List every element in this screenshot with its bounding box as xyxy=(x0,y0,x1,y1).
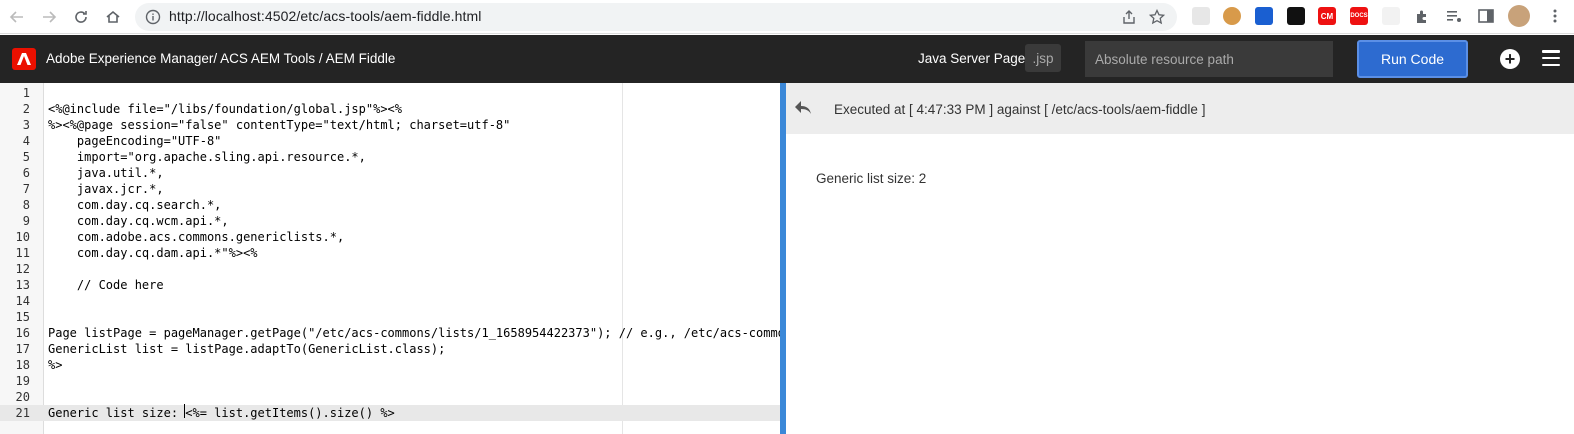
run-code-button[interactable]: Run Code xyxy=(1357,40,1468,78)
browser-menu-icon[interactable] xyxy=(1546,7,1564,25)
browser-toolbar: http://localhost:4502/etc/acs-tools/aem-… xyxy=(0,0,1574,34)
line-number: 2 xyxy=(22,102,30,116)
language-label: Java Server Pages xyxy=(918,51,1033,66)
address-bar[interactable]: http://localhost:4502/etc/acs-tools/aem-… xyxy=(135,3,1177,31)
code-line[interactable]: 8 com.day.cq.search.*, xyxy=(0,197,780,213)
code-text[interactable]: Page listPage = pageManager.getPage("/et… xyxy=(48,325,780,341)
text-cursor xyxy=(184,404,185,418)
execution-info-bar: Executed at [ 4:47:33 PM ] against [ /et… xyxy=(786,83,1574,134)
code-text[interactable]: pageEncoding="UTF-8" xyxy=(48,133,222,149)
adobe-logo-icon[interactable] xyxy=(12,48,36,70)
line-number: 15 xyxy=(15,310,30,324)
code-text[interactable]: %><%@page session="false" contentType="t… xyxy=(48,117,510,133)
extension-1-icon[interactable] xyxy=(1192,7,1210,25)
line-number: 8 xyxy=(22,198,30,212)
line-number: 16 xyxy=(15,326,30,340)
result-output-text: Generic list size: 2 xyxy=(816,171,927,186)
code-line[interactable]: 2 <%@include file="/libs/foundation/globa… xyxy=(0,101,780,117)
code-text[interactable]: %> xyxy=(48,357,62,373)
line-number: 11 xyxy=(15,246,30,260)
bookmark-star-icon[interactable] xyxy=(1149,9,1165,25)
code-line[interactable]: 3 %><%@page session="false" contentType="… xyxy=(0,117,780,133)
code-text[interactable]: com.day.cq.dam.api.*"%><% xyxy=(48,245,258,261)
line-number: 1 xyxy=(22,86,30,100)
code-line[interactable]: 21 Generic list size: <%= list.getItems()… xyxy=(0,405,780,421)
site-info-icon[interactable] xyxy=(145,9,161,25)
code-line[interactable]: 7 javax.jcr.*, xyxy=(0,181,780,197)
back-arrow-icon[interactable] xyxy=(2,2,32,32)
code-text[interactable]: Generic list size: <%= list.getItems().s… xyxy=(48,405,395,421)
side-panel-icon[interactable] xyxy=(1477,7,1495,25)
code-text[interactable]: java.util.*, xyxy=(48,165,164,181)
code-text[interactable]: javax.jcr.*, xyxy=(48,181,164,197)
code-line[interactable]: 9 com.day.cq.wcm.api.*, xyxy=(0,213,780,229)
cm-extension-icon[interactable]: CM xyxy=(1318,7,1336,25)
reply-arrow-icon[interactable] xyxy=(794,100,812,116)
code-line[interactable]: 20 xyxy=(0,389,780,405)
puzzle-extensions-icon[interactable] xyxy=(1413,7,1431,25)
code-line[interactable]: 6 java.util.*, xyxy=(0,165,780,181)
code-text[interactable]: com.adobe.acs.commons.genericlists.*, xyxy=(48,229,344,245)
profile-avatar[interactable] xyxy=(1508,5,1530,27)
line-number: 12 xyxy=(15,262,30,276)
code-editor[interactable]: 1 2 <%@include file="/libs/foundation/glob… xyxy=(0,83,780,434)
code-line[interactable]: 11 com.day.cq.dam.api.*"%><% xyxy=(0,245,780,261)
code-line[interactable]: 14 xyxy=(0,293,780,309)
code-text[interactable]: // Code here xyxy=(48,277,164,293)
code-line[interactable]: 4 pageEncoding="UTF-8" xyxy=(0,133,780,149)
add-icon[interactable]: + xyxy=(1500,49,1520,69)
resource-path-input[interactable] xyxy=(1085,41,1333,77)
blue-extension-icon[interactable] xyxy=(1255,7,1273,25)
executed-at-text: Executed at [ 4:47:33 PM ] against [ /et… xyxy=(834,102,1206,117)
hamburger-menu-icon[interactable] xyxy=(1542,50,1560,66)
line-number: 6 xyxy=(22,166,30,180)
reload-icon[interactable] xyxy=(66,2,96,32)
line-number: 20 xyxy=(15,390,30,404)
cookie-extension-icon[interactable] xyxy=(1223,7,1241,25)
home-icon[interactable] xyxy=(98,2,128,32)
code-line[interactable]: 17 GenericList list = listPage.adaptTo(Ge… xyxy=(0,341,780,357)
line-number: 17 xyxy=(15,342,30,356)
code-text[interactable]: com.day.cq.wcm.api.*, xyxy=(48,213,229,229)
aem-header: Adobe Experience Manager/ ACS AEM Tools … xyxy=(0,35,1574,83)
code-line[interactable]: 1 xyxy=(0,85,780,101)
code-text[interactable]: GenericList list = listPage.adaptTo(Gene… xyxy=(48,341,445,357)
line-number: 5 xyxy=(22,150,30,164)
line-number: 10 xyxy=(15,230,30,244)
code-line[interactable]: 5 import="org.apache.sling.api.resource.… xyxy=(0,149,780,165)
forward-arrow-icon[interactable] xyxy=(34,2,64,32)
code-line[interactable]: 12 xyxy=(0,261,780,277)
file-extension-badge: .jsp xyxy=(1025,44,1061,72)
line-number: 7 xyxy=(22,182,30,196)
line-number: 3 xyxy=(22,118,30,132)
adobe-extension-icon[interactable] xyxy=(1287,7,1305,25)
code-line[interactable]: 19 xyxy=(0,373,780,389)
code-text[interactable]: com.day.cq.search.*, xyxy=(48,197,222,213)
line-number: 4 xyxy=(22,134,30,148)
line-number: 14 xyxy=(15,294,30,308)
output-panel: Executed at [ 4:47:33 PM ] against [ /et… xyxy=(786,83,1574,434)
share-icon[interactable] xyxy=(1121,9,1137,25)
line-number: 13 xyxy=(15,278,30,292)
code-line[interactable]: 10 com.adobe.acs.commons.genericlists.*, xyxy=(0,229,780,245)
url-text[interactable]: http://localhost:4502/etc/acs-tools/aem-… xyxy=(169,8,481,24)
line-number: 18 xyxy=(15,358,30,372)
docs-extension-icon[interactable]: DOCS xyxy=(1350,7,1368,25)
reading-list-icon[interactable] xyxy=(1445,7,1463,25)
code-line[interactable]: 13 // Code here xyxy=(0,277,780,293)
line-number: 21 xyxy=(15,406,30,420)
code-text[interactable]: <%@include file="/libs/foundation/global… xyxy=(48,101,402,117)
code-line[interactable]: 15 xyxy=(0,309,780,325)
line-number: 19 xyxy=(15,374,30,388)
code-line[interactable]: 16 Page listPage = pageManager.getPage("/… xyxy=(0,325,780,341)
breadcrumb[interactable]: Adobe Experience Manager/ ACS AEM Tools … xyxy=(46,51,395,66)
sparkle-extension-icon[interactable] xyxy=(1382,7,1400,25)
line-number: 9 xyxy=(22,214,30,228)
code-text[interactable]: import="org.apache.sling.api.resource.*, xyxy=(48,149,366,165)
code-line[interactable]: 18 %> xyxy=(0,357,780,373)
